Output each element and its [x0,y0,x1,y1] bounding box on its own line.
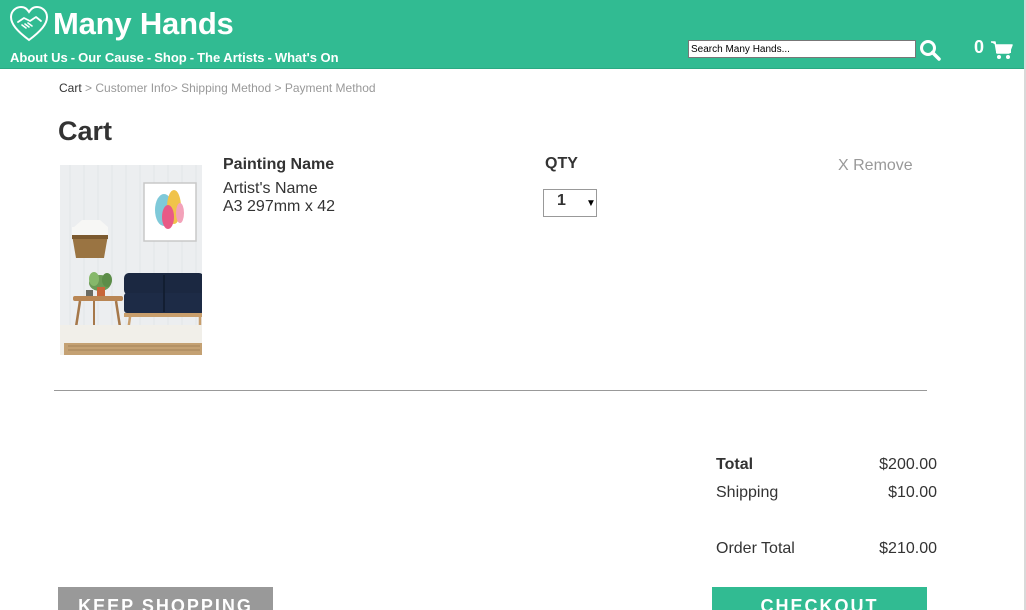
search-input[interactable] [688,40,916,58]
shopping-cart-icon[interactable] [991,40,1013,60]
checkout-button[interactable]: CHECKOUT [712,587,927,610]
order-total-value: $210.00 [879,540,937,557]
nav-item-our-cause[interactable]: Our Cause [78,50,144,65]
site-header: Many Hands About Us - Our Cause - Shop - The A… [0,0,1024,69]
shipping-label: Shipping [716,484,779,501]
nav-item-shop[interactable]: Shop [154,50,187,65]
cart-count[interactable]: 0 [974,37,984,58]
search-icon[interactable] [919,39,941,61]
breadcrumb-shipping-method[interactable]: Shipping Method [181,81,271,95]
product-size: A3 297mm x 42 [223,198,336,215]
qty-label: QTY [545,155,578,172]
site-title[interactable]: Many Hands [53,6,234,42]
remove-item-button[interactable]: X Remove [838,157,913,175]
shipping-value: $10.00 [888,484,937,501]
page-title: Cart [58,116,113,146]
order-total-label: Order Total [716,540,795,557]
breadcrumb-cart[interactable]: Cart [59,81,82,95]
chevron-down-icon: ▼ [586,198,596,209]
handshake-heart-icon[interactable] [9,6,49,42]
nav-separator: - [70,50,76,65]
divider [54,390,927,391]
nav-separator: - [146,50,152,65]
product-name[interactable]: Painting Name [223,156,334,174]
main-nav: About Us - Our Cause - Shop - The Artists - What… [10,50,339,65]
nav-item-about-us[interactable]: About Us [10,50,68,65]
breadcrumb-payment-method[interactable]: Payment Method [285,81,376,95]
breadcrumb: Cart > Customer Info> Shipping Method > … [59,81,376,95]
nav-separator: - [267,50,272,65]
breadcrumb-separator: > [170,81,182,95]
breadcrumb-customer-info[interactable]: Customer Info [95,81,170,95]
quantity-value: 1 [557,192,566,209]
breadcrumb-separator: > [81,81,96,95]
page: Many Hands About Us - Our Cause - Shop - The A… [0,0,1026,610]
keep-shopping-button[interactable]: KEEP SHOPPING [58,587,273,610]
artist-name: Artist's Name [223,180,318,197]
quantity-select[interactable]: 1 ▼ [543,189,597,217]
product-image[interactable] [60,165,202,355]
total-value: $200.00 [879,456,937,473]
breadcrumb-separator: > [271,81,285,95]
nav-item-whats-on[interactable]: What's On [275,50,339,65]
nav-separator: - [189,50,195,65]
total-label: Total [716,456,754,473]
nav-item-the-artists[interactable]: The Artists [197,50,264,65]
